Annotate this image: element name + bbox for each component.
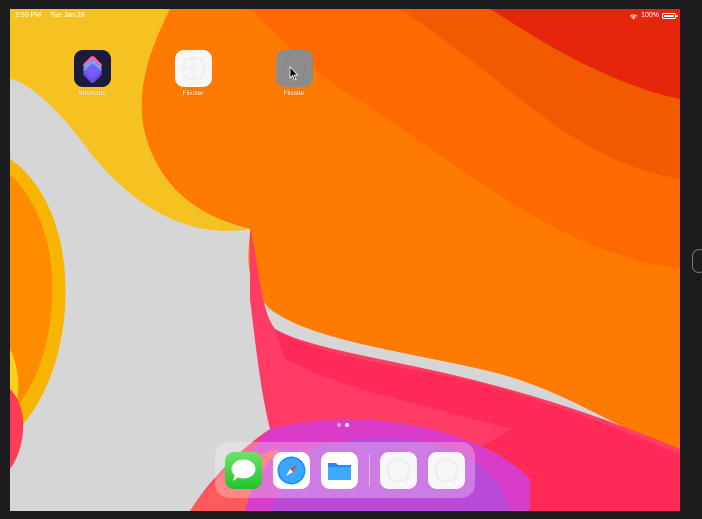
page-dot[interactable] (337, 423, 341, 427)
dock (215, 442, 475, 498)
safari-icon[interactable] (273, 452, 310, 489)
page-dot-current[interactable] (345, 423, 349, 427)
status-time: 2:50 PM (15, 12, 42, 19)
device-bezel-top (0, 0, 702, 9)
app-label: Flixster (182, 90, 204, 97)
placeholder-icon[interactable] (428, 452, 465, 489)
ipad-screen: 2:50 PM Tue Jan 28 100% Shortcuts Flixst… (10, 9, 680, 511)
files-icon[interactable] (321, 452, 358, 489)
app-label: Flixster (283, 90, 305, 97)
pointer-cursor-icon (289, 66, 299, 81)
messages-icon[interactable] (225, 452, 262, 489)
status-date: Tue Jan 28 (50, 12, 85, 19)
battery-icon (662, 13, 678, 19)
placeholder-icon[interactable] (380, 452, 417, 489)
shortcuts-icon (73, 50, 111, 87)
home-indicator-button[interactable] (692, 249, 702, 273)
status-right-group: 100% (629, 9, 678, 23)
page-indicator[interactable] (337, 423, 349, 427)
battery-percentage: 100% (641, 12, 659, 19)
dock-divider (369, 454, 370, 486)
placeholder-icon (174, 50, 212, 87)
app-flixster[interactable]: Flixster (168, 50, 218, 97)
status-bar: 2:50 PM Tue Jan 28 100% (10, 9, 680, 23)
wifi-icon (630, 13, 638, 20)
app-shortcuts[interactable]: Shortcuts (67, 50, 117, 97)
app-label: Shortcuts (78, 90, 106, 97)
